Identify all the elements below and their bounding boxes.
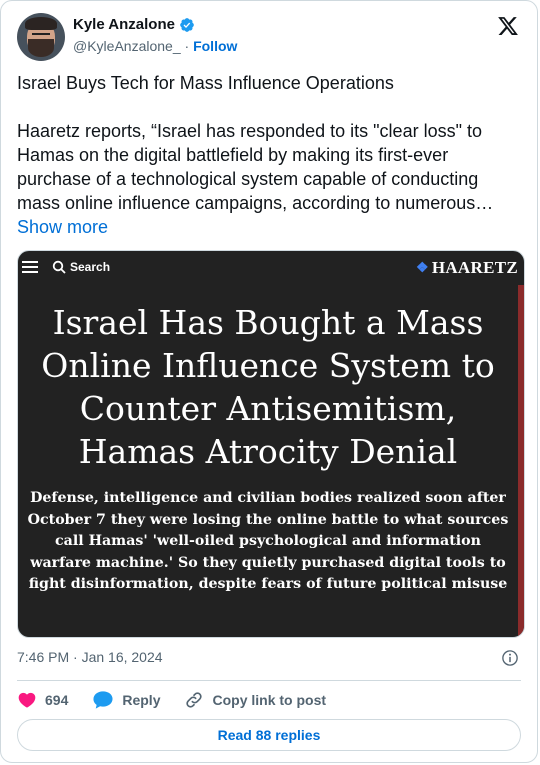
search-icon (52, 260, 66, 274)
verified-badge-icon (180, 18, 194, 32)
like-count: 694 (45, 692, 69, 708)
reply-bubble-icon (93, 691, 113, 709)
reply-button[interactable]: Reply (92, 690, 160, 710)
read-replies-button[interactable]: Read 88 replies (17, 719, 521, 751)
copy-link-label: Copy link to post (212, 692, 327, 708)
media-subhead: Defense, intelligence and civilian bodie… (27, 490, 509, 592)
separator-dot: · (184, 38, 190, 54)
author-name-line: Kyle Anzalone (73, 16, 195, 34)
media-search-label: Search (70, 260, 111, 274)
haaretz-mark-icon: ❖ (415, 260, 429, 276)
haaretz-brand-text: HAARETZ (431, 258, 518, 277)
avatar-hair (25, 17, 57, 30)
show-more-link[interactable]: Show more (17, 217, 108, 237)
tweet-header: Kyle Anzalone @KyleAnzalone_ · Follow (17, 13, 521, 63)
hamburger-menu-icon (22, 261, 38, 273)
tweet-text: Israel Buys Tech for Mass Influence Oper… (17, 71, 523, 239)
divider (17, 680, 521, 681)
avatar[interactable] (17, 13, 65, 61)
media-side-bar (518, 285, 524, 637)
author-name[interactable]: Kyle Anzalone (73, 16, 175, 34)
reply-label: Reply (122, 692, 161, 708)
info-icon[interactable] (501, 649, 519, 667)
tweet-media-image[interactable]: Search ❖ HAARETZ Israel Has Bought a Mas… (17, 250, 525, 638)
copy-link-button[interactable]: Copy link to post (184, 690, 326, 710)
tweet-body: Israel Buys Tech for Mass Influence Oper… (17, 73, 494, 213)
follow-button[interactable]: Follow (193, 38, 237, 54)
tweet-timestamp[interactable]: 7:46 PM · Jan 16, 2024 (17, 649, 163, 665)
author-handle-line: @KyleAnzalone_ · Follow (73, 37, 237, 55)
like-button[interactable]: 694 (17, 690, 68, 710)
author-handle[interactable]: @KyleAnzalone_ (73, 38, 181, 54)
avatar-beard (28, 39, 54, 57)
x-logo-icon[interactable] (497, 15, 519, 37)
avatar-eyes (32, 33, 50, 38)
heart-icon (18, 692, 36, 708)
link-icon (186, 692, 203, 708)
haaretz-logo: ❖ HAARETZ (416, 258, 518, 278)
tweet-card: Kyle Anzalone @KyleAnzalone_ · Follow Is… (0, 0, 538, 763)
action-bar: 694 Reply Copy link to post (17, 689, 521, 711)
media-headline: Israel Has Bought a Mass Online Influenc… (41, 303, 495, 471)
media-topbar: Search ❖ HAARETZ (18, 251, 524, 285)
